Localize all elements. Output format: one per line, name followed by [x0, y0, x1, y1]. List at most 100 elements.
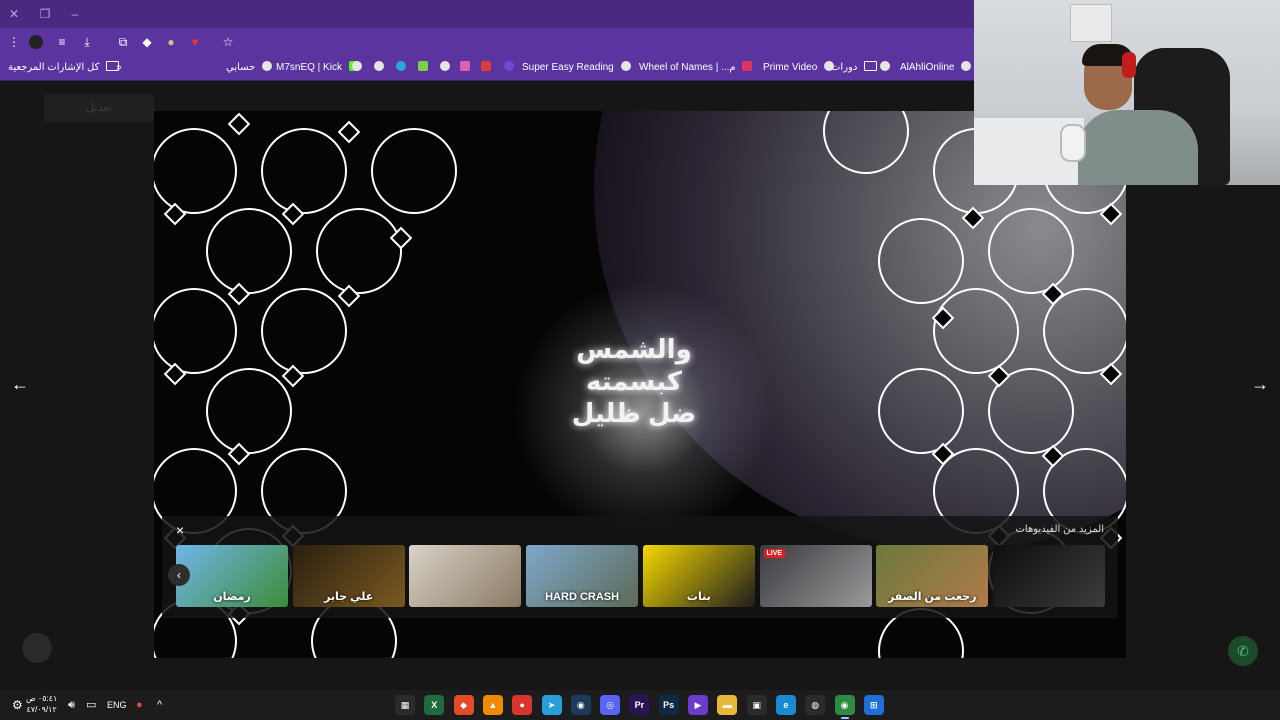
bookmark-globe-4[interactable] — [880, 60, 890, 76]
globe-icon — [440, 61, 450, 71]
bookmark-label: دورات — [831, 62, 858, 73]
bookmark-prime-video[interactable]: Prime Video — [763, 60, 835, 76]
files-icon[interactable]: ▬ — [717, 695, 738, 715]
floating-button[interactable] — [22, 633, 52, 663]
bookmark-globe-2[interactable] — [374, 60, 384, 76]
bookmark-my-account[interactable]: حسابي — [226, 60, 273, 76]
more-videos-title: المزيد من الفيديوهات — [1015, 524, 1104, 535]
streamer-body — [1078, 110, 1198, 185]
extension-diamond-icon[interactable]: ◆ — [138, 33, 156, 51]
bookmark-alahli-online[interactable]: AlAhliOnline — [900, 60, 972, 76]
video-thumbnail[interactable] — [409, 545, 522, 607]
browser-tab-strip: ✕ ❐ – — [0, 0, 974, 28]
extensions-puzzle-icon[interactable]: ⧉ — [114, 33, 132, 51]
bookmark-label: Prime Video — [763, 62, 818, 73]
taskbar: ⚙ ٠٥:٤١ ص ٤٧/٠٩/١٢ 🔊︎ ▭ ENG ● ^ ▦ X ◆ ▲ ● ➤ ◉ ◎… — [0, 690, 1280, 720]
download-icon[interactable]: ⤓ — [78, 33, 96, 51]
chevron-left-icon[interactable]: ‹ — [168, 564, 190, 586]
bookmark-download[interactable] — [418, 60, 428, 76]
obs-icon[interactable]: ◍ — [805, 695, 826, 715]
volume-icon[interactable]: 🔊︎ — [68, 696, 75, 714]
close-window-icon[interactable]: ✕ — [6, 6, 22, 22]
display-icon[interactable]: ▭ — [86, 696, 96, 714]
brave-icon[interactable]: ◆ — [453, 695, 474, 715]
excel-icon[interactable]: X — [424, 695, 445, 715]
bookmark-courses[interactable]: دورات — [831, 60, 878, 76]
app-red-icon[interactable]: ● — [512, 695, 533, 715]
store-icon[interactable]: ▣ — [746, 695, 767, 715]
thumbnail-row: رمضان علي جابر HARD CRASH بنات LIVE رجعت من ا… — [176, 545, 1106, 607]
bookmarks-bar: كل الإشارات المرجعية » حسابي M7snEQ | Ki… — [0, 56, 974, 81]
video-thumbnail[interactable]: علي جابر — [292, 545, 405, 607]
bookmark-star-icon[interactable]: ☆ — [219, 33, 237, 51]
air-conditioner — [1070, 4, 1112, 42]
video-thumbnail[interactable]: LIVE — [759, 545, 872, 607]
bookmark-globe-3[interactable] — [440, 60, 450, 76]
video-thumbnail[interactable]: HARD CRASH — [526, 545, 639, 607]
edge-icon — [396, 61, 406, 71]
reading-list-icon[interactable]: ≡ — [53, 33, 71, 51]
tray-chevron-up-icon[interactable]: ^ — [157, 696, 162, 714]
chrome-icon[interactable]: ◉ — [834, 695, 855, 719]
download-icon — [418, 61, 428, 71]
headset — [1122, 52, 1136, 78]
player-icon[interactable]: ▶ — [688, 695, 708, 715]
video-thumbnail[interactable]: رمضان — [176, 545, 288, 607]
bookmark-label: كل الإشارات المرجعية — [8, 62, 100, 73]
browser-toolbar: ⋮ ≡ ⤓ ⧉ ◆ ● ♥ ☆ — [0, 28, 974, 56]
bookmark-overflow[interactable]: » — [116, 60, 122, 76]
globe-icon — [961, 61, 972, 71]
video-caption: والشمس كبسمته ضل ظليل — [534, 333, 734, 429]
minimize-window-icon[interactable]: – — [67, 6, 83, 22]
webcam-overlay — [974, 0, 1280, 185]
folder-icon — [864, 61, 878, 71]
video-thumbnail[interactable]: رجعت من الصفر — [876, 545, 989, 607]
premiere-icon[interactable]: Pr — [629, 695, 650, 715]
bookmark-super-easy-reading[interactable]: Super Easy Reading — [522, 60, 631, 76]
windows-icon[interactable]: ⊞ — [863, 695, 884, 715]
microphone-icon[interactable]: ● — [136, 696, 143, 714]
clock-time: ٠٥:٤١ ص — [26, 694, 58, 703]
maximize-window-icon[interactable]: ❐ — [37, 6, 53, 22]
caption-line: ضل ظليل — [571, 398, 697, 428]
globe-icon — [374, 61, 384, 71]
bookmark-edge[interactable] — [396, 60, 406, 76]
calendar-icon[interactable]: ▦ — [395, 695, 415, 715]
purple-circle-icon — [504, 61, 514, 71]
video-thumbnail[interactable] — [992, 545, 1105, 607]
bookmark-label: AlAhliOnline — [900, 62, 955, 73]
extension-icon[interactable] — [29, 35, 43, 49]
globe-icon — [880, 61, 890, 71]
globe-icon — [620, 61, 631, 71]
photoshop-icon[interactable]: Ps — [658, 695, 679, 715]
bookmark-photo[interactable] — [460, 60, 470, 76]
thumbnail-title: بنات — [686, 591, 711, 603]
network-icon[interactable]: ⚙ — [12, 696, 23, 714]
bookmark-kick[interactable]: M7snEQ | Kick — [276, 60, 359, 76]
close-icon[interactable]: × — [176, 522, 184, 538]
bookmark-purple[interactable] — [504, 60, 514, 76]
video-thumbnail[interactable]: بنات — [642, 545, 755, 607]
vlc-icon[interactable]: ▲ — [482, 695, 503, 715]
bookmark-red[interactable] — [742, 60, 752, 76]
edge-icon[interactable]: e — [775, 695, 796, 715]
bookmark-a[interactable] — [481, 60, 491, 76]
extension-heart-icon[interactable]: ♥ — [186, 33, 204, 51]
previous-arrow-icon[interactable]: ← — [8, 372, 32, 396]
steam-icon[interactable]: ◉ — [570, 695, 591, 715]
language-indicator[interactable]: ENG — [107, 696, 127, 714]
bookmark-all-bookmarks[interactable]: كل الإشارات المرجعية — [8, 60, 120, 76]
next-arrow-icon[interactable]: → — [1248, 372, 1272, 396]
edit-button: تعديل — [44, 94, 154, 122]
telegram-icon[interactable]: ➤ — [541, 695, 562, 715]
extension-circle-icon[interactable]: ● — [162, 33, 180, 51]
taskbar-clock[interactable]: ٠٥:٤١ ص ٤٧/٠٩/١٢ — [26, 693, 57, 715]
menu-dots-icon[interactable]: ⋮ — [5, 33, 23, 51]
discord-icon[interactable]: ◎ — [600, 695, 621, 715]
bookmark-globe-1[interactable] — [352, 60, 362, 76]
live-badge: LIVE — [763, 549, 786, 558]
thumbnail-title: رجعت من الصفر — [887, 591, 977, 603]
letter-a-icon — [481, 61, 491, 71]
bookmark-wheel-of-names[interactable]: Wheel of Names | ...م — [639, 60, 753, 76]
whatsapp-icon[interactable]: ✆ — [1228, 636, 1258, 666]
